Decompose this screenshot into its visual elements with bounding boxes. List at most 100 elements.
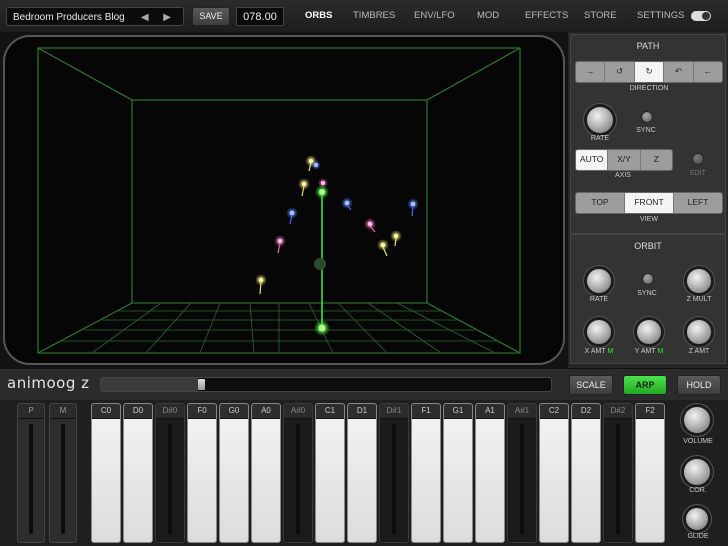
key-label: M [59,406,67,415]
key-asharp0[interactable]: A#0 [283,403,313,543]
key-dsharp0[interactable]: D#0 [155,403,185,543]
control-panel: PATH → ↺ ↻ ↶ ← DIRECTION RATE SYNC AUTO … [568,32,728,368]
path-rate-knob[interactable] [587,107,613,133]
hold-button[interactable]: HOLD [677,375,721,395]
key-d0[interactable]: D0 [123,403,153,543]
key-f2[interactable]: F2 [635,403,665,543]
key-label: D0 [132,406,144,415]
view-left[interactable]: LEFT [674,193,722,213]
pitch-slider[interactable] [100,377,552,392]
arp-button[interactable]: ARP [623,375,667,395]
direction-loop-backward-icon[interactable]: ↶ [664,62,694,82]
key-p[interactable]: P [17,403,45,543]
scale-button[interactable]: SCALE [569,375,613,395]
key-dsharp2[interactable]: D#2 [603,403,633,543]
key-slot [296,424,300,534]
key-c0[interactable]: C0 [91,403,121,543]
axis-auto[interactable]: AUTO [576,150,609,170]
pitch-slider-thumb[interactable] [198,379,205,390]
axis-z[interactable]: Z [641,150,672,170]
direction-forward-icon[interactable]: → [576,62,606,82]
key-label: A#1 [514,406,530,415]
key-label: D1 [356,406,368,415]
key-label: D2 [580,406,592,415]
key-label: A1 [485,406,495,415]
pitch-slider-fill [101,378,198,391]
orb-display[interactable] [0,32,568,368]
key-label: F1 [421,406,431,415]
key-g0[interactable]: G0 [219,403,249,543]
direction-backward-icon[interactable]: ← [694,62,722,82]
path-section: PATH → ↺ ↻ ↶ ← DIRECTION RATE SYNC AUTO … [570,34,726,234]
key-label: G0 [228,406,240,415]
key-label: D#0 [162,406,178,415]
tab-env-lfo[interactable]: ENV/LFO [414,10,455,21]
tab-orbs[interactable]: ORBS [305,10,332,21]
key-m[interactable]: M [49,403,77,543]
tab-timbres[interactable]: TIMBRES [353,10,395,21]
tab-settings[interactable]: SETTINGS [637,10,685,21]
view-selector[interactable]: TOP FRONT LEFT [575,192,723,214]
path-sync-label: SYNC [636,127,656,134]
direction-label: DIRECTION [629,85,669,92]
key-c1[interactable]: C1 [315,403,345,543]
path-title: PATH [636,41,660,51]
y-amt-label: Y AMT M [634,348,664,355]
settings-toggle[interactable] [691,11,711,21]
key-slot [520,424,524,534]
key-asharp1[interactable]: A#1 [507,403,537,543]
key-label: F0 [197,406,207,415]
key-label: F2 [645,406,655,415]
axis-selector[interactable]: AUTO X/Y Z [575,149,673,171]
axis-label: AXIS [615,172,631,179]
key-f1[interactable]: F1 [411,403,441,543]
tab-mod[interactable]: MOD [477,10,499,21]
x-amt-knob[interactable] [587,320,611,344]
view-top[interactable]: TOP [576,193,625,213]
preset-selector[interactable]: Bedroom Producers Blog ◀ ▶ [6,7,184,26]
y-amt-mod-marker: M [657,348,664,355]
key-slot [168,424,172,534]
edit-label: EDIT [690,170,706,177]
preset-name: Bedroom Producers Blog [13,12,125,23]
orbit-sync-label: SYNC [637,290,657,297]
direction-loop-forward-icon[interactable]: ↺ [605,62,635,82]
cor-label: COR. [689,487,707,494]
key-c2[interactable]: C2 [539,403,569,543]
key-dsharp1[interactable]: D#1 [379,403,409,543]
key-d2[interactable]: D2 [571,403,601,543]
direction-selector[interactable]: → ↺ ↻ ↶ ← [575,61,723,83]
y-amt-knob[interactable] [637,320,661,344]
save-button[interactable]: SAVE [192,7,230,26]
bpm-display[interactable]: 078.00 [236,7,284,26]
orb[interactable] [311,160,321,170]
orb[interactable] [318,178,328,188]
orbit-sync-button[interactable] [642,273,654,285]
app-logo: animoog z [7,374,90,392]
tab-effects[interactable]: EFFECTS [525,10,568,21]
key-label: G1 [452,406,464,415]
key-d1[interactable]: D1 [347,403,377,543]
direction-pingpong-icon[interactable]: ↻ [634,62,665,82]
key-slot [29,424,33,534]
path-sync-button[interactable] [641,111,653,123]
key-a0[interactable]: A0 [251,403,281,543]
orbit-rate-knob[interactable] [587,269,611,293]
key-label: C0 [100,406,112,415]
x-amt-label: X AMT M [584,348,614,355]
key-a1[interactable]: A1 [475,403,505,543]
axis-xy[interactable]: X/Y [608,150,641,170]
key-g1[interactable]: G1 [443,403,473,543]
edit-button[interactable] [692,153,704,165]
z-amt-knob[interactable] [687,320,711,344]
orbit-center [314,258,326,270]
volume-knob[interactable] [684,407,710,433]
cor-knob[interactable] [684,459,710,485]
z-mult-knob[interactable] [687,269,711,293]
glide-knob[interactable] [686,508,708,530]
tab-store[interactable]: STORE [584,10,617,21]
key-f0[interactable]: F0 [187,403,217,543]
preset-arrows-icon[interactable]: ◀ ▶ [141,8,177,27]
path-rate-label: RATE [590,135,610,142]
view-front[interactable]: FRONT [625,193,674,213]
